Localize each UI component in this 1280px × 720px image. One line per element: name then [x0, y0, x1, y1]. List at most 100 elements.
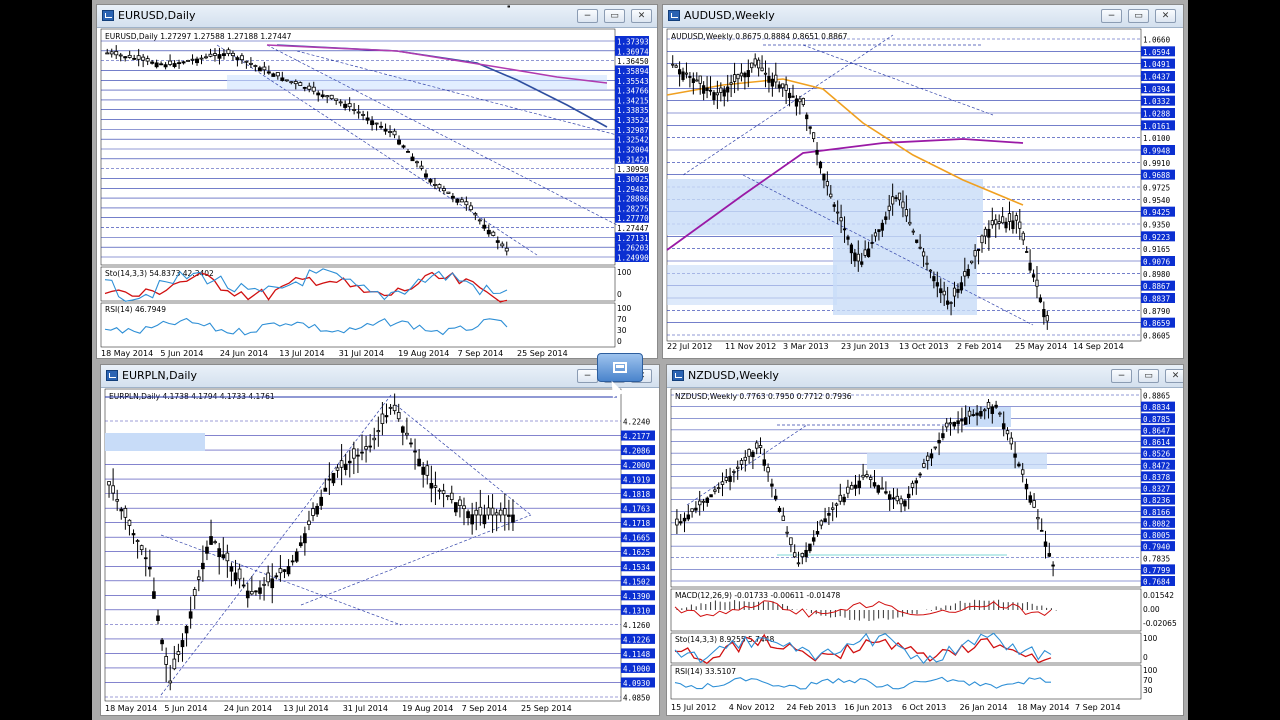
eurusd-candle [145, 58, 150, 62]
nzdusd-candle [967, 410, 972, 417]
price-axis-label: 1.29482 [617, 185, 649, 194]
nzdusd-candle [751, 451, 755, 458]
price-axis-label: 0.7940 [1143, 543, 1171, 552]
nzdusd-candle [796, 562, 801, 565]
price-axis-label: 1.32542 [617, 136, 649, 145]
indicator-level-label: 0.01542 [1143, 591, 1174, 600]
audusd-candle [732, 74, 737, 82]
eurpln-candle [152, 591, 156, 599]
nzdusd-candle [842, 496, 846, 503]
price-chart[interactable]: AUDUSD,Weekly 0.8675 0.8884 0.8651 0.886… [663, 5, 1184, 359]
audusd-candle [798, 98, 802, 103]
audusd-candle [1042, 309, 1046, 318]
eurusd-candle [271, 73, 276, 77]
audusd-candle [1035, 279, 1039, 287]
eurpln-candle [221, 554, 226, 559]
audusd-candle [1004, 221, 1008, 229]
audusd-candle [894, 197, 898, 199]
nzdusd-candle [922, 463, 926, 468]
eurpln-candle [441, 490, 446, 494]
price-axis-label: 4.1226 [623, 635, 651, 644]
eurpln-candle [449, 492, 454, 500]
nzdusd-candle [675, 518, 679, 526]
audusd-candle [932, 276, 936, 282]
price-chart[interactable]: EURUSD,Daily 1.27297 1.27588 1.27188 1.2… [97, 5, 658, 359]
eurpln-candle [396, 412, 401, 420]
nzdusd-candle [944, 422, 949, 428]
nzdusd-candle [895, 495, 900, 502]
nzdusd-candle [773, 495, 778, 500]
eurusd-candle [450, 195, 455, 199]
eurusd-candle [257, 67, 262, 72]
nzdusd-candle [682, 517, 687, 522]
nzdusd-candle [952, 421, 957, 427]
eurusd-candle [235, 57, 240, 60]
nzdusd-candle [982, 409, 987, 412]
eurpln-candle [245, 590, 250, 599]
date-axis-label: 24 Jun 2014 [220, 349, 268, 358]
eurusd-candle [477, 219, 482, 222]
eurpln-candle [372, 437, 377, 441]
nzdusd-candle [941, 433, 945, 439]
eurpln-candle [462, 505, 466, 510]
audusd-candle [925, 262, 929, 265]
audusd-candle [980, 235, 984, 244]
eurusd-candle [338, 101, 343, 104]
audusd-candle [973, 250, 977, 257]
price-axis-label: 0.8834 [1143, 403, 1171, 412]
date-axis-label: 18 May 2014 [1017, 703, 1069, 712]
audusd-candle [729, 82, 733, 85]
nzdusd-candle [1024, 483, 1029, 490]
price-axis-label: 0.8236 [1143, 496, 1171, 505]
price-axis-label: 1.35543 [617, 77, 649, 86]
restore-window-icon [613, 362, 627, 373]
price-axis-label: 1.0288 [1143, 110, 1171, 119]
eurpln-candle [148, 567, 152, 570]
audusd-candle [918, 246, 922, 249]
eurusd-candle [482, 224, 487, 229]
chart-info-text: NZDUSD,Weekly 0.7763 0.7950 0.7712 0.793… [675, 392, 852, 401]
eurpln-candle [266, 572, 270, 583]
audusd-candle [983, 228, 988, 237]
eurpln-candle [319, 496, 324, 506]
audusd-candle [726, 86, 730, 93]
price-axis-label: 1.26203 [617, 244, 649, 253]
eurusd-candle [401, 145, 406, 148]
nzdusd-candle [728, 476, 732, 482]
eurusd-candle [226, 49, 231, 55]
window-snap-button[interactable] [597, 353, 643, 382]
eurpln-candle [327, 478, 332, 481]
nzdusd-candle [994, 404, 998, 408]
price-chart[interactable]: NZDUSD,Weekly 0.7763 0.7950 0.7712 0.793… [667, 365, 1184, 716]
nzdusd-candle [925, 455, 930, 461]
eurusd-candle [491, 231, 496, 236]
audusd-candle [777, 84, 781, 89]
chart-window-eurusd[interactable]: EURUSD,Daily − ▭ ✕ EURUSD,Daily 1.27297 … [96, 4, 658, 359]
eurpln-candle [115, 499, 120, 502]
audusd-candle [770, 78, 774, 87]
audusd-candle [963, 271, 967, 277]
eurusd-candle [105, 52, 110, 55]
demand-zone [667, 265, 837, 305]
audusd-candle [952, 287, 957, 297]
chart-window-audusd[interactable]: AUDUSD,Weekly − ▭ ✕ AUDUSD,Weekly 0.8675… [662, 4, 1184, 359]
eurpln-candle [180, 640, 185, 648]
date-axis-label: 23 Jun 2013 [841, 342, 889, 351]
audusd-candle [935, 282, 939, 287]
price-axis-label: 4.1310 [623, 606, 651, 615]
demand-zone [833, 235, 977, 315]
audusd-candle [698, 75, 702, 84]
nzdusd-candle [789, 537, 793, 546]
price-axis-label: 0.7684 [1143, 578, 1171, 587]
nzdusd-candle [861, 474, 865, 478]
nzdusd-candle [811, 537, 816, 542]
chart-window-eurpln[interactable]: EURPLN,Daily − ▭ ✕ EURPLN,Daily 4.1738 4… [100, 364, 660, 716]
eurpln-candle [254, 590, 258, 593]
price-axis-label: 1.36450 [617, 57, 649, 66]
price-axis-label: 0.9223 [1143, 233, 1170, 242]
chart-window-nzdusd[interactable]: NZDUSD,Weekly − ▭ ✕ NZDUSD,Weekly 0.7763… [666, 364, 1184, 716]
eurpln-candle [241, 584, 246, 587]
eurusd-candle [347, 103, 352, 108]
eurpln-candle [262, 583, 266, 586]
price-chart[interactable]: EURPLN,Daily 4.1738 4.1794 4.1733 4.1761… [101, 365, 660, 716]
